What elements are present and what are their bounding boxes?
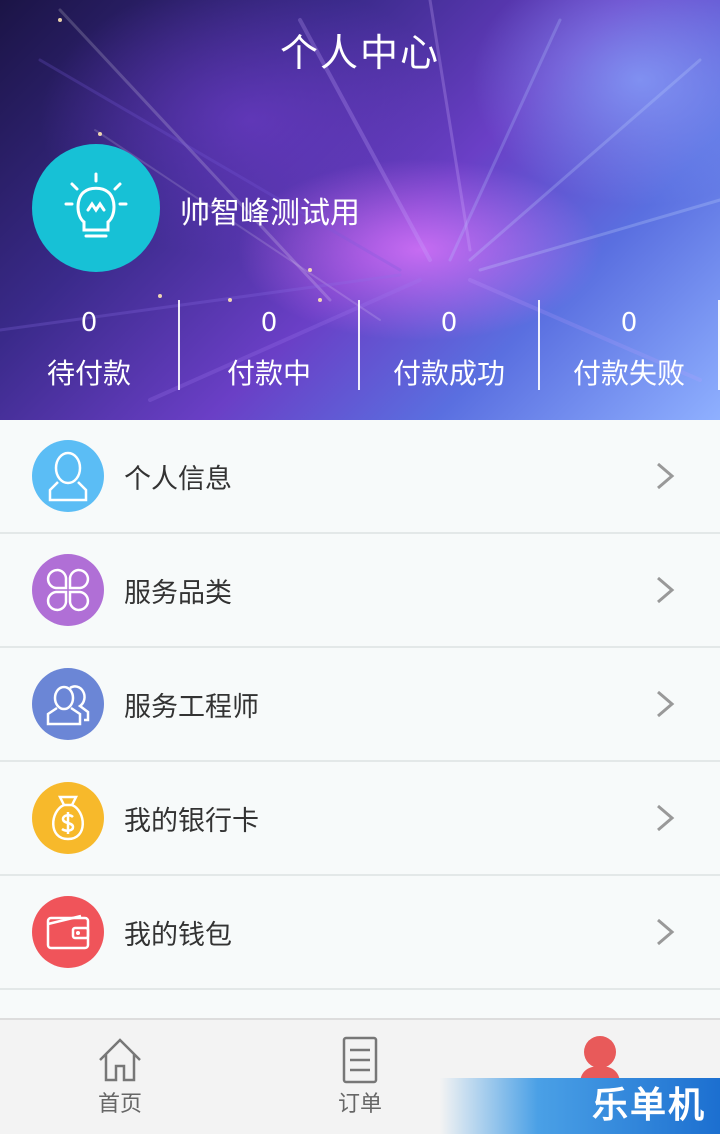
profile-header: 个人中心 帅智峰测试用 0 待付款 0 付款中 0 付款成功 0 付款失败: [0, 0, 720, 420]
stat-count: 0: [80, 308, 98, 338]
stat-count: 0: [440, 308, 458, 338]
chevron-right-icon: [657, 804, 675, 832]
avatar[interactable]: [32, 144, 160, 272]
stat-label: 付款中: [226, 357, 311, 390]
chevron-right-icon: [657, 576, 675, 604]
users-icon: [32, 668, 104, 740]
tab-label: 首页: [97, 1092, 142, 1117]
menu-item-service-category[interactable]: 服务品类: [0, 534, 720, 648]
document-icon: [342, 1036, 378, 1084]
stat-count: 0: [620, 308, 638, 338]
clover-icon: [32, 554, 104, 626]
page-title: 个人中心: [279, 31, 440, 75]
menu-item-personal-info[interactable]: 个人信息: [0, 420, 720, 534]
stat-payment-failed[interactable]: 0 付款失败: [540, 300, 720, 390]
stat-pending-payment[interactable]: 0 待付款: [0, 300, 180, 390]
chevron-right-icon: [657, 690, 675, 718]
stat-label: 付款成功: [392, 357, 505, 390]
order-stats: 0 待付款 0 付款中 0 付款成功 0 付款失败: [0, 300, 720, 390]
wallet-icon: [32, 896, 104, 968]
menu-label: 服务工程师: [124, 691, 259, 723]
menu-label: 我的钱包: [124, 919, 232, 951]
chevron-right-icon: [657, 918, 675, 946]
menu-item-wallet[interactable]: 我的钱包: [0, 876, 720, 990]
person-icon: [32, 440, 104, 512]
lightbulb-icon: [64, 172, 128, 238]
username: 帅智峰测试用: [180, 196, 360, 231]
menu-item-service-engineer[interactable]: 服务工程师: [0, 648, 720, 762]
stat-payment-success[interactable]: 0 付款成功: [360, 300, 540, 390]
stat-count: 0: [260, 308, 278, 338]
stat-label: 待付款: [46, 357, 131, 390]
home-icon: [99, 1038, 141, 1082]
menu-list: 个人信息 服务品类 服务工程师 我的银行卡 我的钱包: [0, 420, 720, 990]
stat-paying[interactable]: 0 付款中: [180, 300, 360, 390]
tab-home[interactable]: 首页: [0, 1020, 240, 1134]
menu-item-bank-card[interactable]: 我的银行卡: [0, 762, 720, 876]
watermark: 乐单机: [440, 1078, 720, 1134]
menu-label: 个人信息: [124, 463, 232, 495]
menu-label: 服务品类: [124, 577, 232, 609]
stat-label: 付款失败: [572, 357, 685, 390]
money-bag-icon: [32, 782, 104, 854]
person-filled-icon: [580, 1036, 620, 1084]
chevron-right-icon: [657, 462, 675, 490]
menu-label: 我的银行卡: [124, 805, 259, 837]
